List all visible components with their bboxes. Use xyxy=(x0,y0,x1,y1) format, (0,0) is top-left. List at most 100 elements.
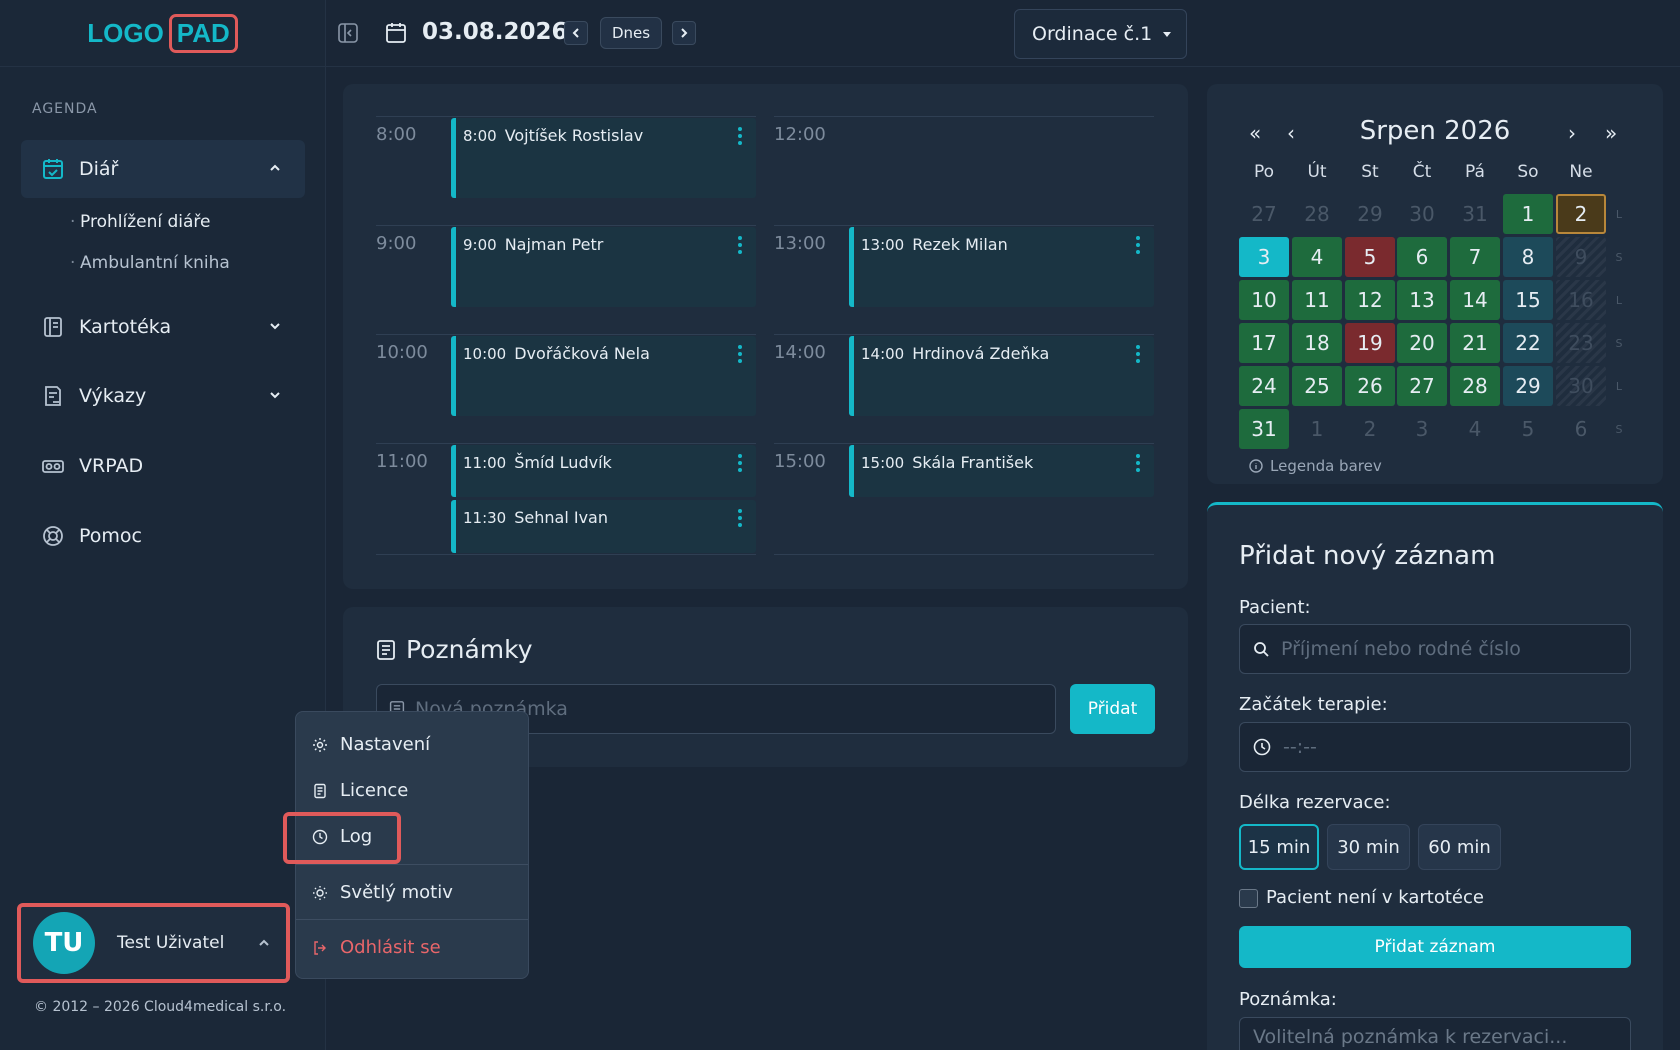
reservation-note-input[interactable]: Volitelná poznámka k rezervaci... xyxy=(1239,1017,1631,1050)
sidebar-sub-ambulantni[interactable]: Ambulantní kniha xyxy=(70,253,230,273)
calendar-day[interactable]: 10 xyxy=(1239,280,1289,320)
calendar-day[interactable]: 25 xyxy=(1292,366,1342,406)
chevron-down-icon xyxy=(270,392,280,399)
slot-line xyxy=(376,116,756,117)
room-select[interactable]: Ordinace č.1 xyxy=(1014,9,1187,59)
sidebar-item-diar[interactable]: Diář xyxy=(21,140,305,198)
calendar-day[interactable]: 2 xyxy=(1345,409,1395,449)
calendar-day[interactable]: 16 xyxy=(1556,280,1606,320)
appointment-card[interactable]: 9:00 Najman Petr xyxy=(451,227,756,307)
calendar-day[interactable]: 30 xyxy=(1397,194,1447,234)
calendar-day[interactable]: 1 xyxy=(1503,194,1553,234)
appointment-card[interactable]: 14:00 Hrdinová Zdeňka xyxy=(849,336,1154,416)
calendar-day[interactable]: 24 xyxy=(1239,366,1289,406)
sidebar-item-pomoc[interactable]: Pomoc xyxy=(21,507,305,565)
calendar-day[interactable]: 31 xyxy=(1450,194,1500,234)
appointment-card[interactable]: 8:00 Vojtíšek Rostislav xyxy=(451,118,756,198)
calendar-day[interactable]: 27 xyxy=(1239,194,1289,234)
next-month-button[interactable]: › xyxy=(1568,121,1576,145)
calendar-day[interactable]: 6 xyxy=(1397,237,1447,277)
appointment-card[interactable]: 11:00 Šmíd Ludvík xyxy=(451,445,756,497)
calendar-day[interactable]: 17 xyxy=(1239,323,1289,363)
calendar-day[interactable]: 5 xyxy=(1503,409,1553,449)
appointment-card[interactable]: 10:00 Dvořáčková Nela xyxy=(451,336,756,416)
calendar-day[interactable]: 1 xyxy=(1292,409,1342,449)
more-vertical-icon[interactable] xyxy=(1136,236,1140,257)
today-button[interactable]: Dnes xyxy=(600,17,663,49)
more-vertical-icon[interactable] xyxy=(738,509,742,530)
calendar-day[interactable]: 28 xyxy=(1292,194,1342,234)
start-time-input[interactable]: --:-- xyxy=(1239,722,1631,772)
sidebar-item-kartoteka[interactable]: Kartotéka xyxy=(21,298,305,356)
sidebar-item-vykazy[interactable]: Výkazy xyxy=(21,367,305,425)
more-vertical-icon[interactable] xyxy=(738,127,742,148)
calendar-day[interactable]: 20 xyxy=(1397,323,1447,363)
more-vertical-icon[interactable] xyxy=(738,454,742,475)
calendar-day[interactable]: 22 xyxy=(1503,323,1553,363)
add-record-button[interactable]: Přidat záznam xyxy=(1239,926,1631,968)
calendar-day[interactable]: 19 xyxy=(1345,323,1395,363)
time-label: 14:00 xyxy=(774,342,826,363)
calendar-day[interactable]: 30 xyxy=(1556,366,1606,406)
calendar-day-today[interactable]: 2 xyxy=(1556,194,1606,234)
appointment-patient: Dvořáčková Nela xyxy=(514,344,650,363)
calendar-day[interactable]: 6 xyxy=(1556,409,1606,449)
calendar-day[interactable]: 27 xyxy=(1397,366,1447,406)
duration-60-button[interactable]: 60 min xyxy=(1418,824,1501,870)
add-note-button[interactable]: Přidat xyxy=(1070,684,1155,734)
week-tag: L xyxy=(1615,380,1623,393)
calendar-day[interactable]: 14 xyxy=(1450,280,1500,320)
duration-30-button[interactable]: 30 min xyxy=(1327,824,1410,870)
calendar-day[interactable]: 28 xyxy=(1450,366,1500,406)
next-day-button[interactable] xyxy=(672,21,696,45)
prev-day-button[interactable] xyxy=(564,21,588,45)
logo-area: LOGO PAD xyxy=(0,0,325,67)
next-year-button[interactable]: » xyxy=(1605,121,1617,145)
sidebar-item-label: Pomoc xyxy=(79,525,142,547)
menu-item-light-theme[interactable]: Světlý motiv xyxy=(312,882,453,903)
calendar-day[interactable]: 29 xyxy=(1345,194,1395,234)
more-vertical-icon[interactable] xyxy=(1136,345,1140,366)
menu-item-settings[interactable]: Nastavení xyxy=(312,734,430,755)
color-legend-link[interactable]: Legenda barev xyxy=(1249,457,1382,475)
appointment-card[interactable]: 13:00 Rezek Milan xyxy=(849,227,1154,307)
calendar-day[interactable]: 29 xyxy=(1503,366,1553,406)
sidebar-toggle-icon[interactable] xyxy=(337,22,359,44)
sidebar-item-vrpad[interactable]: VRPAD xyxy=(21,437,305,495)
calendar-day[interactable]: 8 xyxy=(1503,237,1553,277)
user-menu-button[interactable]: TU Test Uživatel xyxy=(17,903,290,983)
calendar-day[interactable]: 18 xyxy=(1292,323,1342,363)
calendar-day[interactable]: 15 xyxy=(1503,280,1553,320)
calendar-day[interactable]: 26 xyxy=(1345,366,1395,406)
room-select-value: Ordinace č.1 xyxy=(1032,23,1153,45)
appointment-card[interactable]: 15:00 Skála František xyxy=(849,445,1154,497)
calendar-day[interactable]: 21 xyxy=(1450,323,1500,363)
calendar-day[interactable]: 4 xyxy=(1450,409,1500,449)
more-vertical-icon[interactable] xyxy=(738,345,742,366)
calendar-day[interactable]: 4 xyxy=(1292,237,1342,277)
more-vertical-icon[interactable] xyxy=(1136,454,1140,475)
patient-search-input[interactable]: Příjmení nebo rodné číslo xyxy=(1239,624,1631,674)
appointment-card[interactable]: 11:30 Sehnal Ivan xyxy=(451,500,756,553)
calendar-day[interactable]: 5 xyxy=(1345,237,1395,277)
calendar-day[interactable]: 23 xyxy=(1556,323,1606,363)
calendar-day[interactable]: 31 xyxy=(1239,409,1289,449)
calendar-day[interactable]: 11 xyxy=(1292,280,1342,320)
appointment-time: 9:00 xyxy=(463,236,497,254)
calendar-day[interactable]: 7 xyxy=(1450,237,1500,277)
calendar-day[interactable]: 13 xyxy=(1397,280,1447,320)
appointment-patient: Sehnal Ivan xyxy=(514,508,608,527)
calendar-day[interactable]: 9 xyxy=(1556,237,1606,277)
sidebar-sub-prohlizeni[interactable]: Prohlížení diáře xyxy=(70,212,211,232)
logo[interactable]: LOGO PAD xyxy=(87,13,238,53)
duration-15-button[interactable]: 15 min xyxy=(1239,824,1319,870)
menu-item-license[interactable]: Licence xyxy=(312,780,408,801)
add-record-panel: Přidat nový záznam Pacient: Příjmení neb… xyxy=(1207,502,1663,1050)
calendar-day[interactable]: 3 xyxy=(1397,409,1447,449)
appointment-patient: Hrdinová Zdeňka xyxy=(912,344,1050,363)
calendar-day[interactable]: 12 xyxy=(1345,280,1395,320)
menu-item-logout[interactable]: Odhlásit se xyxy=(312,937,441,958)
more-vertical-icon[interactable] xyxy=(738,236,742,257)
calendar-day-selected[interactable]: 3 xyxy=(1239,237,1289,277)
not-in-file-checkbox[interactable] xyxy=(1239,889,1258,908)
